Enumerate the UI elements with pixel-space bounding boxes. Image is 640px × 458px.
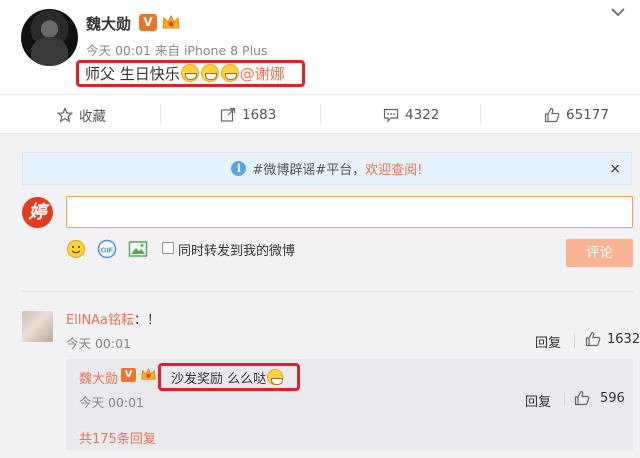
post-text: 师父 生日快乐: [85, 65, 180, 83]
divider: [480, 105, 481, 125]
comment-time: 今天 00:01: [66, 336, 131, 351]
grin-emoji-icon: [220, 64, 239, 82]
comment-body: EllNAa铭耘：！: [66, 309, 160, 328]
my-avatar[interactable]: 婷: [22, 197, 53, 228]
divider: [160, 105, 161, 125]
divider: [320, 105, 321, 125]
info-icon: i: [231, 161, 247, 176]
grin-emoji-icon: [180, 64, 199, 82]
reply-time: 今天 00:01: [79, 395, 144, 410]
verified-badge-icon: V: [121, 368, 136, 382]
comment-like-count: 1632: [607, 331, 640, 347]
thumbs-up-icon: [585, 331, 601, 347]
divider: [564, 392, 565, 406]
thumbs-up-icon: [544, 107, 560, 123]
repost-button[interactable]: 1683: [220, 95, 276, 135]
chevron-down-icon[interactable]: [610, 6, 626, 18]
grin-emoji-icon: [267, 369, 284, 385]
mention-link[interactable]: @谢娜: [240, 65, 285, 83]
view-all-replies-link[interactable]: 共175条回复: [79, 428, 156, 447]
post-meta: 今天 00:01 来自 iPhone 8 Plus: [86, 43, 268, 58]
like-button[interactable]: 65177: [544, 95, 609, 135]
comment-reply-button[interactable]: 回复: [535, 332, 561, 351]
favorite-button[interactable]: 收藏: [57, 95, 106, 135]
reply-reply-button[interactable]: 回复: [525, 391, 551, 410]
grin-emoji-icon: [200, 64, 219, 82]
crown-icon: [141, 368, 156, 380]
reply-author-name[interactable]: 魏大勋: [79, 368, 118, 387]
comment-count: 4322: [405, 107, 440, 123]
gif-icon[interactable]: GIF: [97, 239, 117, 259]
favorite-label: 收藏: [79, 109, 106, 125]
submit-comment-button[interactable]: 评论: [566, 239, 633, 267]
reply-content: 沙发奖励 么么哒: [158, 363, 300, 391]
reply-text: 沙发奖励 么么哒: [171, 371, 267, 387]
thumbs-up-icon: [574, 390, 590, 406]
verified-badge-icon: V: [139, 14, 157, 31]
like-count: 65177: [566, 107, 609, 123]
divider: [22, 291, 633, 292]
comment-icon: [383, 108, 399, 123]
repost-checkbox[interactable]: [162, 242, 174, 254]
close-icon[interactable]: ×: [609, 161, 621, 177]
repost-checkbox-label: 同时转发到我的微博: [178, 244, 296, 259]
author-avatar[interactable]: [21, 9, 78, 66]
reply-like-button[interactable]: 596: [574, 390, 625, 406]
commenter-avatar[interactable]: [22, 311, 53, 342]
comment-like-button[interactable]: 1632: [585, 331, 640, 347]
notice-text: #微博辟谣#平台，: [252, 163, 366, 178]
post-content: 师父 生日快乐 @谢娜: [76, 60, 305, 87]
comment-button[interactable]: 4322: [383, 95, 439, 135]
comment-input[interactable]: [66, 196, 633, 228]
notice-link[interactable]: 欢迎查阅!: [365, 159, 422, 178]
author-name[interactable]: 魏大勋: [86, 13, 131, 34]
image-icon[interactable]: [128, 239, 148, 259]
reply-like-count: 596: [600, 390, 625, 406]
star-icon: [57, 107, 73, 123]
repost-icon: [220, 107, 236, 122]
rumor-notice-banner: i #微博辟谣#平台， 欢迎查阅! ×: [22, 152, 632, 185]
commenter-name[interactable]: EllNAa铭耘: [66, 313, 134, 328]
comment-text: ：！: [134, 313, 161, 328]
svg-text:GIF: GIF: [101, 245, 114, 254]
emoji-icon[interactable]: [66, 239, 86, 259]
crown-icon: [162, 14, 180, 29]
repost-count: 1683: [242, 107, 277, 123]
divider: [574, 334, 575, 348]
action-bar: 收藏 1683 4322 65177: [0, 94, 640, 134]
